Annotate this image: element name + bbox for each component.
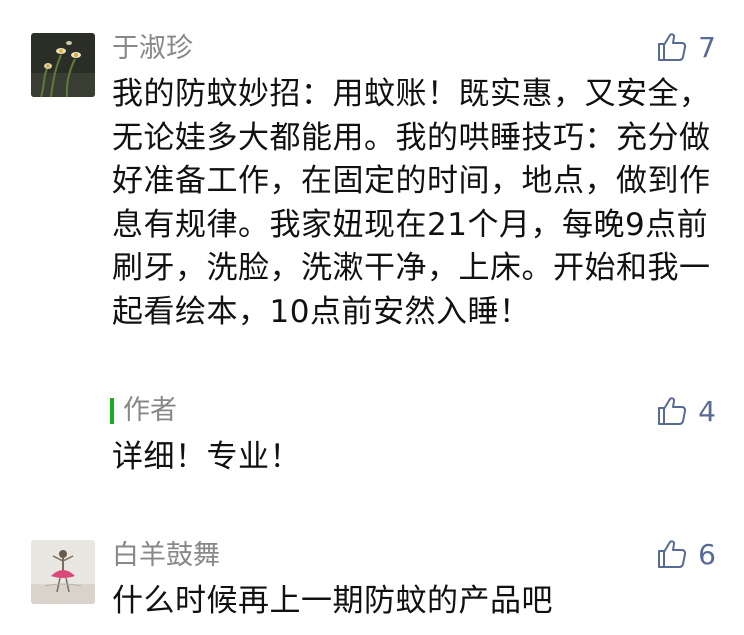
author-indicator-bar — [110, 398, 114, 424]
like-button[interactable]: 6 — [656, 537, 716, 571]
comment-item: 白羊鼓舞 6 什么时候再上一期防蚊的产品吧 — [0, 500, 744, 635]
author-label-text: 作者 — [123, 395, 177, 426]
reply-text: 详细！专业！ — [112, 439, 301, 475]
flower-avatar-icon — [31, 33, 95, 97]
comment-author-name[interactable]: 于淑珍 — [112, 33, 193, 65]
like-count: 4 — [698, 394, 716, 428]
comment-item: 于淑珍 7 我的防蚊妙招：用蚊账！既实惠，又安全，无论娃多大都能用。我的哄睡技巧… — [0, 0, 744, 500]
comment-text: 我的防蚊妙招：用蚊账！既实惠，又安全，无论娃多大都能用。我的哄睡技巧：充分做好准… — [112, 76, 711, 330]
dancer-avatar-icon — [31, 540, 95, 604]
thumbs-up-icon — [658, 33, 687, 61]
reply-like-button[interactable]: 4 — [656, 394, 716, 428]
avatar[interactable] — [31, 33, 95, 97]
like-count: 6 — [698, 537, 716, 571]
thumbs-up-icon — [658, 540, 687, 568]
comment-author-name[interactable]: 白羊鼓舞 — [112, 540, 220, 572]
thumbs-up-icon — [658, 397, 687, 425]
like-button[interactable]: 7 — [656, 30, 716, 64]
avatar[interactable] — [31, 540, 95, 604]
like-count: 7 — [698, 30, 716, 64]
comment-text: 什么时候再上一期防蚊的产品吧 — [112, 583, 553, 619]
author-reply-label: 作者 — [110, 395, 177, 427]
